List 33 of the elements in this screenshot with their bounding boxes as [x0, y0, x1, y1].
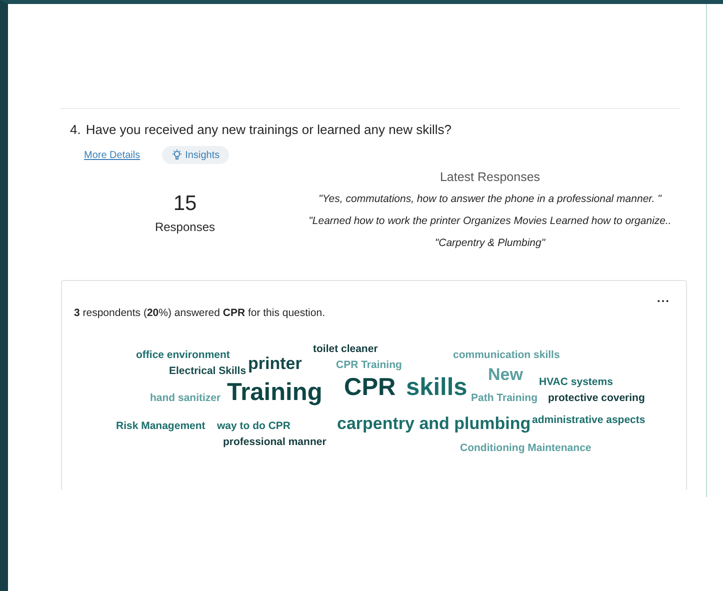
cloud-word[interactable]: Training: [227, 378, 322, 408]
cloud-word[interactable]: way to do CPR: [217, 420, 291, 432]
cpr-summary-text: 3 respondents (20%) answered CPR for this question.: [74, 307, 325, 319]
cloud-word[interactable]: carpentry and plumbing: [337, 414, 531, 434]
lightbulb-icon: [171, 149, 184, 161]
cloud-word[interactable]: skills: [406, 373, 468, 403]
more-options-button[interactable]: ...: [656, 291, 670, 305]
cloud-word[interactable]: professional manner: [223, 436, 326, 448]
cloud-word[interactable]: Risk Management: [116, 420, 206, 432]
cloud-word[interactable]: HVAC systems: [539, 376, 613, 388]
cloud-word[interactable]: Path Training: [471, 392, 538, 404]
response-quote: "Learned how to work the printer Organizes Movies Learned how to organize..: [308, 214, 672, 229]
cloud-word[interactable]: administrative aspects: [532, 414, 646, 426]
cloud-word[interactable]: hand sanitizer: [150, 392, 221, 404]
cloud-word[interactable]: toilet cleaner: [313, 342, 378, 356]
cloud-word[interactable]: office environment: [136, 348, 230, 362]
cloud-word[interactable]: Electrical Skills: [169, 364, 246, 378]
cloud-word[interactable]: New: [488, 364, 523, 386]
latest-responses-title: Latest Responses: [438, 170, 542, 184]
response-quote: "Carpentry & Plumbing": [434, 236, 546, 251]
cloud-word[interactable]: protective covering: [548, 392, 645, 404]
response-count: 15: [172, 192, 198, 216]
responses-label: Responses: [154, 220, 216, 234]
response-quote: "Yes, commutations, how to answer the phone in a professional manner. ": [318, 192, 663, 207]
cloud-word[interactable]: communication skills: [453, 348, 560, 362]
question-text: Have you received any new trainings or learned any new skills?: [86, 122, 452, 137]
cloud-word[interactable]: CPR Training: [336, 358, 402, 372]
cloud-word[interactable]: Conditioning Maintenance: [460, 442, 592, 454]
cloud-word[interactable]: CPR: [344, 373, 396, 403]
more-details-link[interactable]: More Details: [84, 150, 140, 160]
insights-button[interactable]: Insights: [162, 146, 229, 164]
cloud-word[interactable]: printer: [248, 354, 302, 374]
question-number: 4.: [70, 122, 81, 137]
